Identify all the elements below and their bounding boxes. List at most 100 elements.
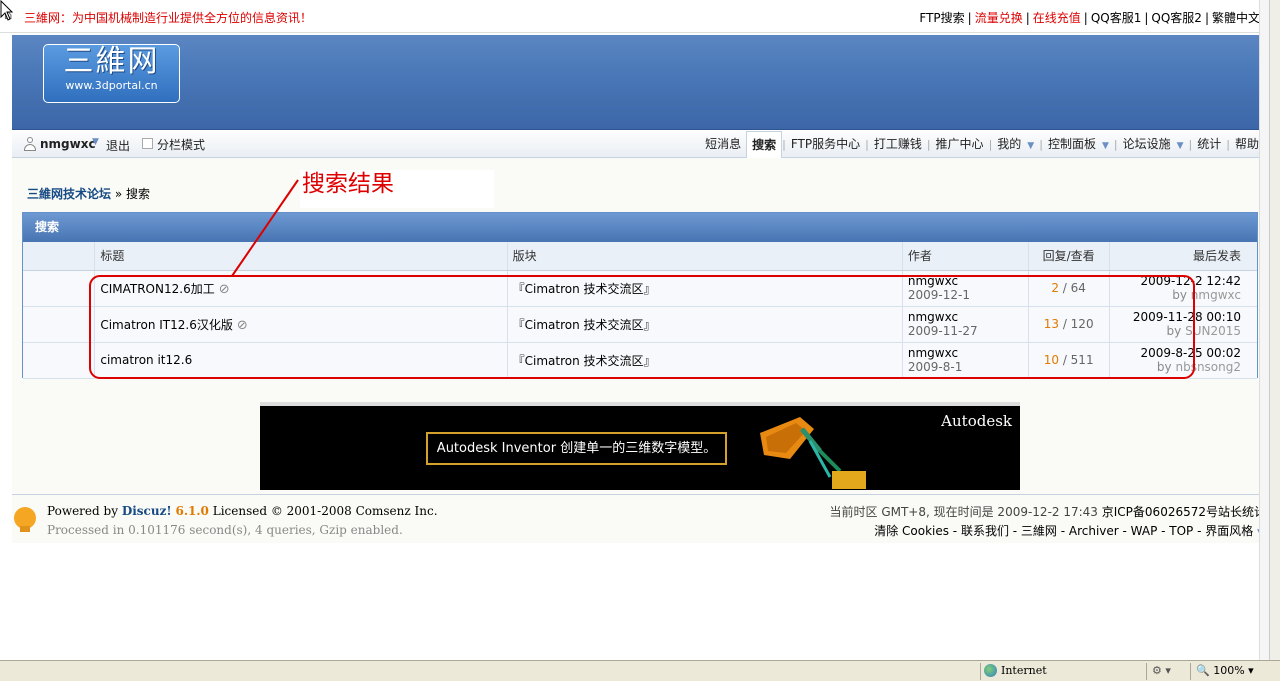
board-cell: 『Cimatron 技术交流区』 — [506, 270, 903, 307]
last-post-by: by — [1156, 360, 1172, 374]
topbar-link[interactable]: FTP搜索 — [919, 11, 964, 25]
search-results-table: 标题 版块 作者 回复/查看 最后发表 CIMATRON12.6加工 ⊘ 『Cima… — [23, 242, 1257, 379]
protected-mode-icon[interactable]: ⚙ ▾ — [1152, 664, 1171, 677]
nav-item-label: 搜索 — [752, 137, 777, 152]
topbar-link[interactable]: 流量兑换 — [975, 11, 1023, 25]
breadcrumb: 三維网技术论坛 » 搜索 — [27, 185, 150, 202]
discuz-link[interactable]: Discuz! — [122, 504, 172, 518]
view-count: 120 — [1070, 317, 1094, 331]
nav-item-label: 论坛设施 — [1122, 137, 1171, 151]
nav-item[interactable]: 推广中心 — [931, 131, 989, 158]
stats-separator: / — [1059, 353, 1071, 367]
reply-count: 10 — [1043, 353, 1059, 367]
site-slogan: 三維网：为中国机械制造行业提供全方位的信息资讯！ — [24, 11, 313, 25]
ad-banner[interactable]: Autodesk Autodesk Inventor 创建单一的三维数字模型。 — [260, 402, 1020, 490]
discuz-version: 6.1.0 — [175, 504, 209, 518]
last-post-user[interactable]: nbsnsong2 — [1175, 360, 1241, 374]
zoom-control[interactable]: 🔍 100% ▾ — [1196, 664, 1254, 677]
link-separator: | — [967, 11, 972, 25]
chevron-down-icon[interactable]: ▼ — [1177, 141, 1184, 151]
excavator-image — [760, 417, 866, 489]
logo-url: www.3dportal.cn — [65, 79, 158, 92]
row-icon-cell — [23, 306, 95, 343]
nav-item[interactable]: 我的 ▼ — [992, 131, 1039, 158]
last-post-user[interactable]: SUN2015 — [1185, 324, 1241, 338]
stats-separator: / — [1059, 317, 1071, 331]
chevron-down-icon[interactable]: ▼ — [1027, 141, 1034, 151]
view-count: 64 — [1070, 281, 1086, 295]
row-icon-cell — [23, 342, 95, 379]
thread-title-link[interactable]: cimatron it12.6 — [100, 353, 192, 367]
stats-separator: / — [1058, 281, 1071, 295]
powered-prefix: Powered by — [47, 504, 118, 518]
security-zone[interactable]: Internet — [984, 664, 1047, 677]
split-mode-label[interactable]: 分栏模式 — [157, 136, 205, 153]
topbar-link[interactable]: QQ客服2 — [1151, 11, 1202, 25]
table-row[interactable]: Cimatron IT12.6汉化版 ⊘ 『Cimatron 技术交流区』 nmgwx… — [23, 306, 1257, 343]
author-link[interactable]: nmgwxc — [908, 274, 1023, 288]
last-post-time[interactable]: 2009-8-25 00:02 — [1115, 346, 1242, 360]
topbar-link[interactable]: 在线充值 — [1033, 11, 1081, 25]
author-cell: nmgwxc 2009-12-1 — [901, 270, 1029, 307]
nav-item-label: 我的 — [997, 137, 1022, 151]
mouse-cursor — [0, 0, 14, 21]
timezone-info: 当前时区 GMT+8, 现在时间是 2009-12-2 17:43 京ICP备0… — [830, 503, 1267, 520]
last-post-user[interactable]: nmgwxc — [1191, 288, 1241, 302]
last-post-time[interactable]: 2009-12-2 12:42 — [1115, 274, 1242, 288]
nav-item[interactable]: FTP服务中心 — [786, 131, 865, 158]
powered-by: Powered by Discuz! 6.1.0 Licensed © 2001… — [47, 504, 438, 518]
vertical-scrollbar[interactable] — [1259, 0, 1269, 660]
nav-item[interactable]: 论坛设施 ▼ — [1118, 131, 1189, 158]
author-link[interactable]: nmgwxc — [908, 310, 1023, 324]
nav-item[interactable]: 打工赚钱 — [869, 131, 927, 158]
icp-link[interactable]: 京ICP备06026572号站长统计 — [1102, 505, 1266, 519]
nav-item-label: 统计 — [1197, 137, 1222, 151]
last-post-time[interactable]: 2009-11-28 00:10 — [1115, 310, 1241, 324]
subject-column-header: 标题 — [94, 242, 508, 271]
thread-title-link[interactable]: CIMATRON12.6加工 — [100, 282, 214, 296]
logo-name: 三維网 — [63, 44, 160, 79]
link-separator: | — [1025, 11, 1030, 25]
last-post-cell: 2009-11-28 00:10 by SUN2015 — [1108, 306, 1257, 343]
table-row[interactable]: CIMATRON12.6加工 ⊘ 『Cimatron 技术交流区』 nmgwxc 200… — [23, 270, 1257, 307]
board-cell: 『Cimatron 技术交流区』 — [506, 306, 903, 343]
board-link[interactable]: 『Cimatron 技术交流区』 — [513, 318, 656, 332]
subject-cell: CIMATRON12.6加工 ⊘ — [94, 270, 508, 307]
post-date: 2009-12-1 — [907, 288, 970, 302]
site-topbar: ⌂ 三維网：为中国机械制造行业提供全方位的信息资讯！ FTP搜索|流量兑换|在线… — [0, 0, 1269, 33]
row-icon-cell — [23, 270, 95, 307]
chevron-down-icon[interactable]: ▼ — [1102, 141, 1109, 151]
site-logo[interactable]: 三維网 www.3dportal.cn — [43, 44, 180, 103]
logout-link[interactable]: 退出 — [106, 137, 130, 154]
chevron-down-icon[interactable]: ▼ — [92, 137, 99, 147]
author-link[interactable]: nmgwxc — [908, 346, 1023, 360]
board-link[interactable]: 『Cimatron 技术交流区』 — [513, 354, 656, 368]
thread-title-link[interactable]: Cimatron IT12.6汉化版 — [100, 318, 232, 332]
timezone-text: 当前时区 GMT+8, 现在时间是 2009-12-2 17:43 — [829, 505, 1098, 519]
board-link[interactable]: 『Cimatron 技术交流区』 — [513, 282, 656, 296]
nav-item[interactable]: 统计 — [1192, 131, 1226, 158]
statusbar-divider — [1146, 663, 1147, 680]
nav-item[interactable]: 控制面板 ▼ — [1043, 131, 1114, 158]
paperclip-icon: ⊘ — [236, 317, 248, 333]
chevron-down-icon[interactable]: ▾ — [1248, 664, 1254, 677]
username-link[interactable]: nmgwxc — [40, 137, 96, 151]
last-post-column-header: 最后发表 — [1108, 242, 1257, 271]
nav-item[interactable]: 短消息 — [700, 131, 746, 158]
nav-item[interactable]: 搜索 — [746, 130, 783, 159]
breadcrumb-forum-link[interactable]: 三維网技术论坛 — [27, 187, 111, 201]
site-header: 三維网 www.3dportal.cn — [12, 35, 1268, 130]
split-mode-checkbox[interactable] — [142, 138, 153, 149]
stats-cell: 13 / 120 — [1027, 306, 1110, 343]
table-row[interactable]: cimatron it12.6 『Cimatron 技术交流区』 nmgwxc 200… — [23, 342, 1257, 379]
author-cell: nmgwxc 2009-11-27 — [901, 306, 1029, 343]
view-count: 511 — [1070, 353, 1094, 367]
main-navbar: nmgwxc ▼ 退出 分栏模式 短消息 搜索 | FTP服务中心 | 打工赚钱 | 推广中心… — [12, 130, 1268, 159]
stats-column-header: 回复/查看 — [1027, 242, 1110, 271]
footer-links[interactable]: 清除 Cookies - 联系我们 - 三維网 - Archiver - WAP… — [874, 522, 1264, 539]
footer-links-text[interactable]: 清除 Cookies - 联系我们 - 三維网 - Archiver - WAP… — [874, 524, 1253, 538]
topbar-link[interactable]: 繁體中文 — [1212, 11, 1260, 25]
topbar-link[interactable]: QQ客服1 — [1091, 11, 1142, 25]
ad-brand: Autodesk — [941, 412, 1012, 430]
zoom-level: 100% — [1213, 664, 1245, 677]
